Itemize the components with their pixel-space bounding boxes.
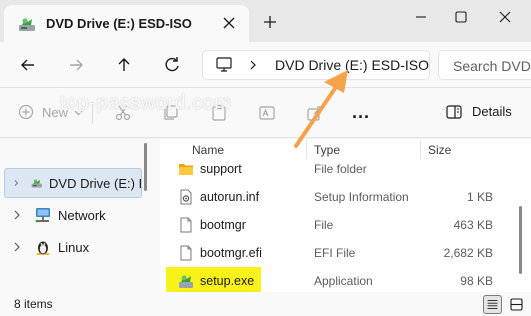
file-icon: [180, 217, 192, 233]
share-icon[interactable]: [306, 104, 324, 122]
file-size: 98 KB: [460, 274, 493, 288]
plus-circle-icon: [18, 104, 34, 120]
sidebar-item-label: Linux: [58, 239, 90, 255]
window-close-button[interactable]: [494, 6, 516, 28]
chevron-right-icon[interactable]: [247, 59, 259, 71]
address-path: DVD Drive (E:) ESD-ISO: [275, 57, 430, 73]
file-type: File: [314, 218, 334, 232]
settings-file-icon: [180, 189, 192, 205]
sidebar-item-dvd-drive[interactable]: DVD Drive (E:) ESD-ISO: [4, 168, 142, 198]
tiles-view-button[interactable]: [507, 295, 526, 314]
tab-title: DVD Drive (E:) ESD-ISO: [46, 16, 192, 31]
table-row[interactable]: bootmgr.efi EFI File 2,682 KB: [160, 239, 515, 267]
file-size: 2,682 KB: [443, 246, 493, 260]
sidebar-scrollbar[interactable]: [144, 143, 147, 191]
file-type: Setup Information: [314, 190, 409, 204]
file-type: EFI File: [314, 246, 356, 260]
maximize-button[interactable]: [450, 6, 472, 28]
file-name: bootmgr.efi: [200, 246, 262, 260]
title-bar: DVD Drive (E:) ESD-ISO: [0, 0, 531, 42]
table-row[interactable]: support File folder: [160, 155, 515, 183]
table-row[interactable]: setup.exe Application 98 KB: [160, 267, 515, 292]
file-type: Application: [314, 274, 373, 288]
table-row[interactable]: bootmgr File 463 KB: [160, 211, 515, 239]
navigation-pane: DVD Drive (E:) ESD-ISO Network Linux: [0, 139, 152, 292]
up-button[interactable]: [114, 55, 134, 75]
search-input[interactable]: Search DVD Drive (E:) ESD-ISO: [438, 50, 531, 80]
more-options-button[interactable]: ...: [352, 102, 370, 123]
new-tab-button[interactable]: [262, 14, 278, 30]
chevron-right-icon[interactable]: [12, 242, 22, 252]
table-row[interactable]: autorun.inf Setup Information 1 KB: [160, 183, 515, 211]
chevron-right-icon[interactable]: [13, 178, 19, 188]
file-list-scrollbar[interactable]: [519, 206, 522, 274]
forward-button[interactable]: [66, 55, 86, 75]
network-icon: [35, 208, 50, 223]
file-name: autorun.inf: [200, 190, 260, 204]
file-name: setup.exe: [200, 274, 255, 288]
file-name: support: [200, 162, 242, 176]
sidebar-item-linux[interactable]: Linux: [4, 232, 142, 262]
minimize-button[interactable]: [410, 6, 432, 28]
pane-divider[interactable]: [152, 139, 160, 292]
file-size: 463 KB: [453, 218, 493, 232]
details-label: Details: [472, 104, 512, 119]
sidebar-item-network[interactable]: Network: [4, 200, 142, 230]
close-icon[interactable]: [221, 15, 237, 31]
file-list: Name Type Size support File folder autor…: [160, 139, 531, 292]
linux-icon: [36, 241, 50, 255]
back-button[interactable]: [18, 55, 38, 75]
tab-dvd-drive[interactable]: DVD Drive (E:) ESD-ISO: [4, 5, 249, 42]
refresh-button[interactable]: [162, 55, 182, 75]
sidebar-item-label: DVD Drive (E:) ESD-ISO: [49, 175, 141, 191]
item-count: 8 items: [14, 297, 53, 311]
rename-icon[interactable]: [258, 104, 276, 122]
navigation-bar: DVD Drive (E:) ESD-ISO Search DVD Drive …: [0, 42, 531, 88]
file-size: 1 KB: [466, 190, 493, 204]
file-icon: [180, 245, 192, 261]
folder-icon: [179, 164, 193, 175]
sidebar-item-label: Network: [58, 207, 106, 223]
chevron-right-icon[interactable]: [12, 210, 22, 220]
details-pane-icon: [446, 104, 462, 119]
setup-exe-icon: [179, 275, 193, 288]
address-bar[interactable]: DVD Drive (E:) ESD-ISO: [202, 50, 430, 80]
details-pane-button[interactable]: Details: [446, 104, 512, 119]
watermark: top-password.com: [60, 92, 232, 114]
status-bar: 8 items: [0, 292, 531, 316]
search-placeholder: Search DVD Drive (E:) ESD-ISO: [453, 58, 531, 74]
file-type: File folder: [314, 162, 367, 176]
file-name: bootmgr: [200, 218, 246, 232]
details-view-button[interactable]: [483, 295, 502, 314]
dvd-drive-icon: [32, 179, 43, 188]
dvd-drive-icon: [19, 17, 35, 31]
computer-icon: [216, 57, 232, 72]
